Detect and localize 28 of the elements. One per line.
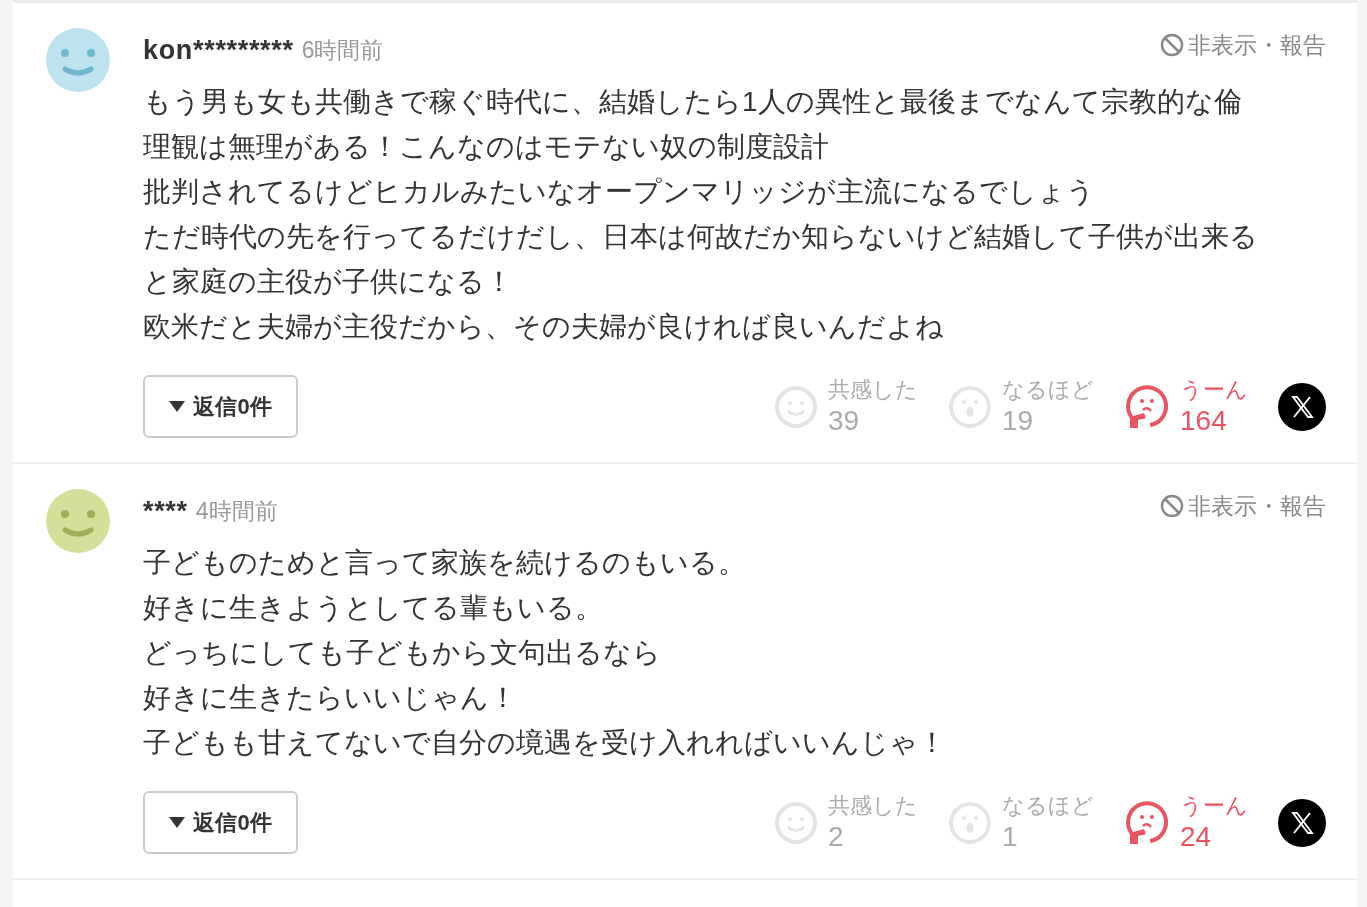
reaction-button[interactable]: なるほど 1 xyxy=(948,794,1094,851)
smile-face-icon xyxy=(774,800,818,845)
smile-face-icon xyxy=(774,384,818,429)
timestamp: 6時間前 xyxy=(301,35,384,65)
reaction-button[interactable]: うーん 164 xyxy=(1124,378,1248,435)
x-share-icon[interactable] xyxy=(1278,382,1326,431)
reaction-button[interactable]: うーん 24 xyxy=(1124,794,1248,851)
replies-button[interactable]: 返信0件 xyxy=(143,375,298,438)
reaction-button[interactable]: なるほど 19 xyxy=(948,378,1094,435)
surprised-face-icon xyxy=(948,800,992,845)
prohibited-icon xyxy=(1160,33,1184,58)
thinking-face-icon xyxy=(1124,383,1170,430)
hide-report-button[interactable]: 非表示・報告 xyxy=(1160,489,1326,524)
reaction-button[interactable]: 共感した 2 xyxy=(774,794,918,851)
timestamp: 4時間前 xyxy=(195,496,278,526)
username[interactable]: kon********* xyxy=(143,29,294,71)
prohibited-icon xyxy=(1160,494,1184,519)
caret-down-icon xyxy=(169,400,186,413)
replies-button[interactable]: 返信0件 xyxy=(143,791,298,854)
username[interactable]: **** xyxy=(143,490,188,532)
hide-report-button[interactable]: 非表示・報告 xyxy=(1160,28,1326,63)
reaction-button[interactable]: 共感した 39 xyxy=(774,378,918,435)
caret-down-icon xyxy=(169,816,186,829)
surprised-face-icon xyxy=(948,384,992,429)
thinking-face-icon xyxy=(1124,799,1170,846)
x-share-icon[interactable] xyxy=(1278,798,1326,847)
comment-text: もう男も女も共働きで稼ぐ時代に、結婚したら1人の異性と最後までなんて宗教的な倫 理観は無理がある！こんなのはモテない奴の制度設計 批判されてるけどヒカルみたいなオープンマリッジが主流になるでしょう ただ時代の先を行ってるだけだし、日本は何故だか知らないけど結婚して子供が出来る と家庭の主役が子供になる！ 欧米だと夫婦が主役だから、その夫婦が良ければ良いんだよね xyxy=(143,85,1259,344)
comment-text: 子どものためと言って家族を続けるのもいる。 好きに生きようとしてる輩もいる。 どっちにしても子どもから文句出るなら 好きに生きたらいいじゃん！ 子どもも甘えてないで自分の境遇を受け入れればいいんじゃ！ xyxy=(143,546,947,760)
